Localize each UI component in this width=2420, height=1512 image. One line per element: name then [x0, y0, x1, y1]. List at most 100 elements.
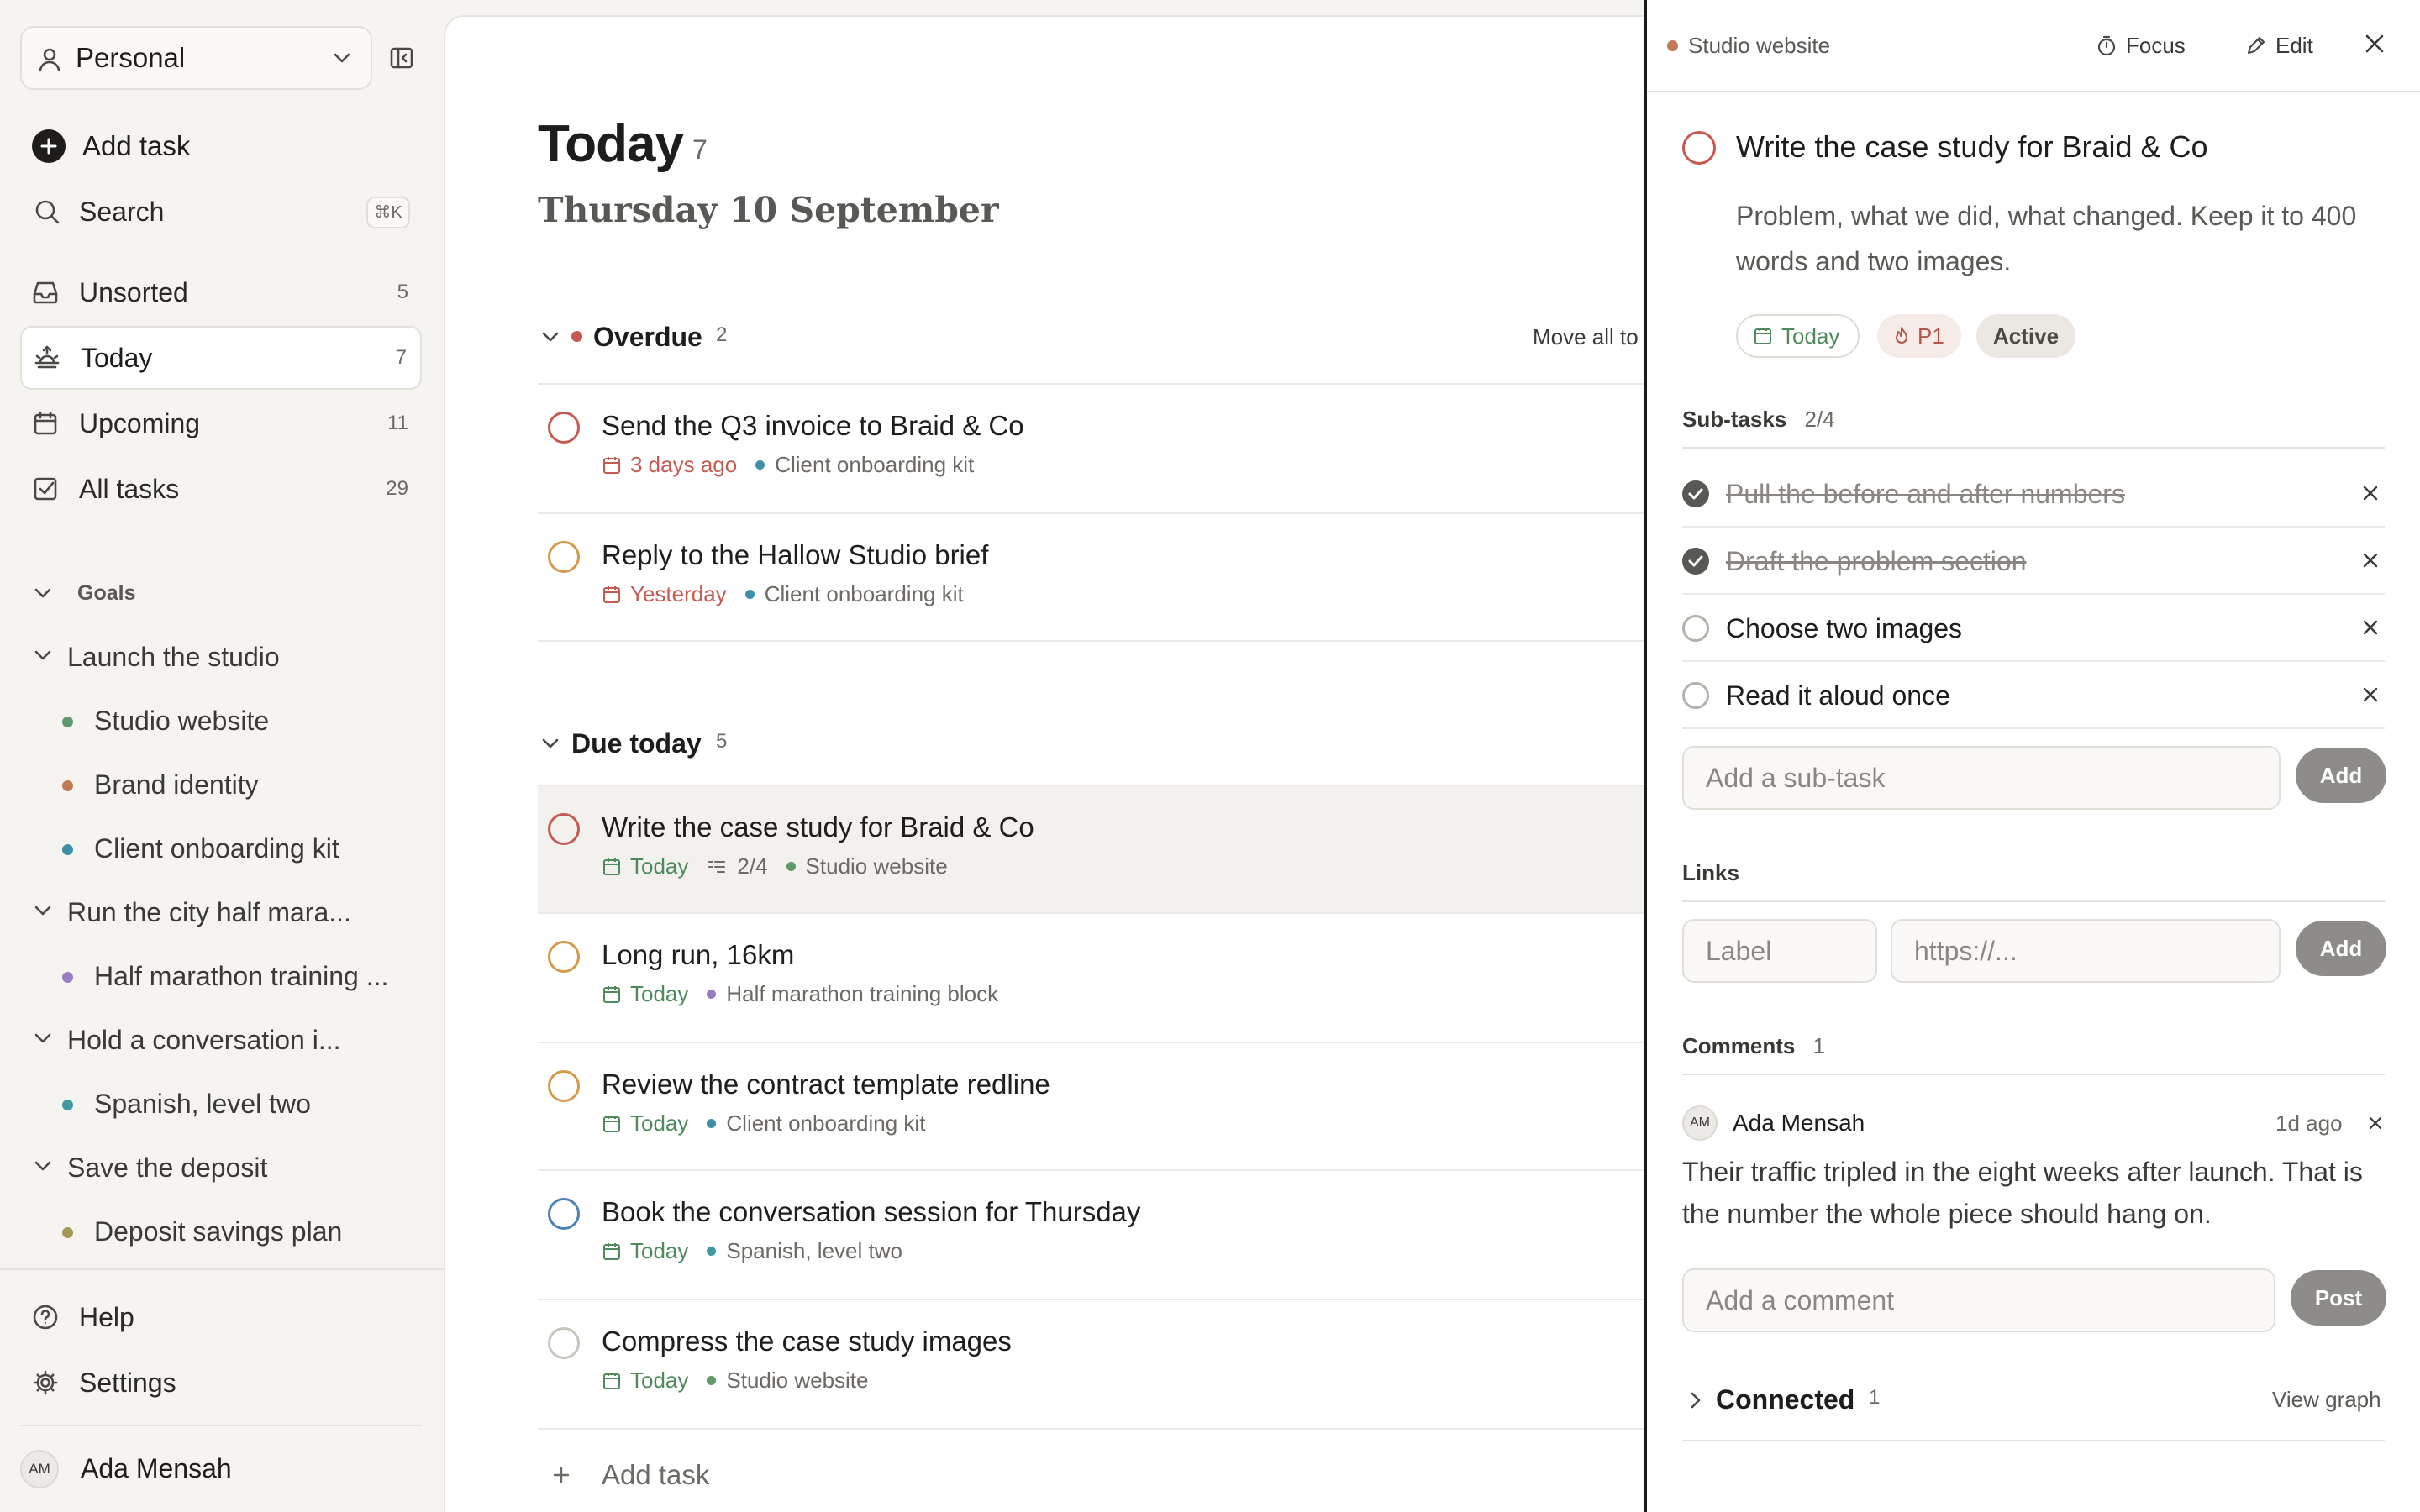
task-meta: Today 2/4 Studio website — [602, 853, 948, 879]
workspace-switcher[interactable]: Personal — [20, 26, 372, 90]
delete-comment-icon[interactable] — [2368, 1116, 2383, 1131]
sidebar-item-all-tasks[interactable]: All tasks 29 — [20, 457, 422, 521]
user-name: Ada Mensah — [81, 1453, 232, 1483]
link-label-input[interactable]: Label — [1682, 919, 1877, 983]
overdue-dot — [571, 331, 582, 342]
detail-task-checkbox[interactable] — [1682, 131, 1716, 165]
comments-count: 1 — [1812, 1033, 1826, 1058]
task-title: Review the contract template redline — [602, 1068, 1050, 1100]
sidebar-item-count: 5 — [397, 281, 408, 303]
priority-label: P1 — [1918, 323, 1944, 349]
collapse-sidebar-icon[interactable] — [390, 46, 413, 70]
sidebar-item-count: 7 — [395, 346, 407, 369]
subtask-checkbox[interactable] — [1682, 682, 1709, 709]
add-link-button[interactable]: Add — [2296, 921, 2386, 976]
due-date-chip[interactable]: Today — [1736, 314, 1860, 358]
detail-task-title[interactable]: Write the case study for Braid & Co — [1736, 129, 2208, 165]
sidebar-item-count: 29 — [386, 477, 408, 500]
chevron-down-icon — [34, 1032, 52, 1045]
task-checkbox[interactable] — [548, 813, 580, 845]
plus-icon — [32, 129, 66, 163]
edit-button[interactable]: Edit — [2245, 25, 2313, 66]
overdue-section-header[interactable]: Overdue 2 — [538, 316, 1681, 358]
goal-title: Save the deposit — [67, 1152, 268, 1183]
calendar-icon — [602, 1242, 622, 1262]
add-task-inline-button[interactable]: Add task — [538, 1438, 1042, 1512]
chevron-down-icon — [34, 1159, 52, 1173]
task-checkbox[interactable] — [548, 1070, 580, 1102]
sidebar: Personal Add task Search ⌘K Unsorted 5 T… — [0, 0, 444, 1512]
sidebar-item-upcoming[interactable]: Upcoming 11 — [20, 391, 422, 455]
project-color-dot — [62, 972, 73, 983]
add-task-label: Add task — [602, 1459, 710, 1490]
add-subtask-button[interactable]: Add — [2296, 748, 2386, 803]
add-subtask-input[interactable]: Add a sub-task — [1682, 746, 2281, 810]
connected-section-toggle[interactable]: Connected 1 — [1682, 1379, 2186, 1420]
divider — [1682, 1440, 2385, 1441]
subtask-checkbox-checked[interactable] — [1682, 548, 1709, 575]
task-row[interactable]: Reply to the Hallow Studio brief Yesterd… — [538, 514, 1681, 642]
subtask-item[interactable]: Draft the problem section — [1682, 528, 2385, 595]
comment-author: Ada Mensah — [1733, 1110, 1865, 1136]
user-profile[interactable]: AM Ada Mensah — [20, 1438, 422, 1499]
view-graph-link[interactable]: View graph — [2272, 1379, 2381, 1420]
task-checkbox[interactable] — [548, 1327, 580, 1359]
post-comment-button[interactable]: Post — [2291, 1270, 2386, 1326]
task-row[interactable]: Compress the case study images Today Stu… — [538, 1300, 1681, 1428]
focus-button[interactable]: Focus — [2096, 25, 2186, 66]
section-count: 5 — [716, 730, 728, 753]
comment-item: AM Ada Mensah 1d ago Their traffic tripl… — [1682, 1105, 2385, 1231]
priority-chip[interactable]: P1 — [1877, 314, 1961, 358]
task-row-selected[interactable]: Write the case study for Braid & Co Toda… — [538, 786, 1681, 912]
task-checkbox[interactable] — [548, 412, 580, 444]
divider — [1682, 447, 2385, 449]
goals-label: Goals — [77, 581, 136, 605]
subtask-item[interactable]: Pull the before and after numbers — [1682, 460, 2385, 528]
calendar-icon — [602, 455, 622, 475]
task-row[interactable]: Review the contract template redline Tod… — [538, 1043, 1681, 1171]
page-title-count: 7 — [692, 134, 708, 165]
status-chip[interactable]: Active — [1976, 314, 2076, 358]
subtask-item[interactable]: Read it aloud once — [1682, 662, 2385, 729]
help-button[interactable]: Help — [20, 1285, 422, 1349]
remove-icon[interactable] — [2361, 685, 2380, 704]
remove-icon[interactable] — [2361, 551, 2380, 570]
project-name: Client onboarding kit — [94, 833, 339, 864]
goal-title: Run the city half mara... — [67, 897, 351, 927]
task-row[interactable]: Book the conversation session for Thursd… — [538, 1171, 1681, 1299]
connected-label: Connected — [1716, 1384, 1855, 1415]
status-label: Active — [1993, 323, 2060, 349]
sidebar-item-label: Upcoming — [79, 408, 201, 438]
task-row[interactable]: Long run, 16km Today Half marathon train… — [538, 914, 1681, 1042]
move-all-button[interactable]: Move all to — [1533, 316, 1639, 358]
link-url-input[interactable]: https://... — [1891, 919, 2281, 983]
due-today-section-header[interactable]: Due today 5 — [538, 722, 1042, 764]
add-comment-input[interactable]: Add a comment — [1682, 1268, 2275, 1332]
search-button[interactable]: Search ⌘K — [20, 180, 422, 244]
task-checkbox[interactable] — [548, 941, 580, 973]
add-task-button[interactable]: Add task — [20, 114, 422, 178]
subtask-checkbox-checked[interactable] — [1682, 480, 1709, 507]
task-checkbox[interactable] — [548, 541, 580, 573]
subtasks-count: 2/4 — [1804, 407, 1835, 432]
task-meta: Today Studio website — [602, 1368, 869, 1394]
chevron-down-icon — [541, 330, 560, 344]
calendar-icon — [602, 585, 622, 605]
task-row[interactable]: Send the Q3 invoice to Braid & Co 3 days… — [538, 385, 1681, 512]
chevron-down-icon — [34, 648, 52, 662]
task-checkbox[interactable] — [548, 1198, 580, 1230]
detail-project-breadcrumb[interactable]: Studio website — [1667, 25, 1830, 66]
chevron-down-icon — [333, 51, 351, 65]
remove-icon[interactable] — [2361, 484, 2380, 502]
close-icon[interactable] — [2363, 32, 2386, 55]
task-title: Reply to the Hallow Studio brief — [602, 539, 989, 570]
chevron-right-icon — [1689, 1391, 1702, 1410]
sidebar-item-unsorted[interactable]: Unsorted 5 — [20, 260, 422, 324]
task-project: Client onboarding kit — [775, 452, 975, 477]
subtask-item[interactable]: Choose two images — [1682, 595, 2385, 662]
settings-button[interactable]: Settings — [20, 1351, 422, 1415]
sidebar-item-today[interactable]: Today 7 — [20, 326, 422, 390]
remove-icon[interactable] — [2361, 618, 2380, 637]
detail-task-description[interactable]: Problem, what we did, what changed. Keep… — [1736, 193, 2391, 284]
subtask-checkbox[interactable] — [1682, 615, 1709, 642]
